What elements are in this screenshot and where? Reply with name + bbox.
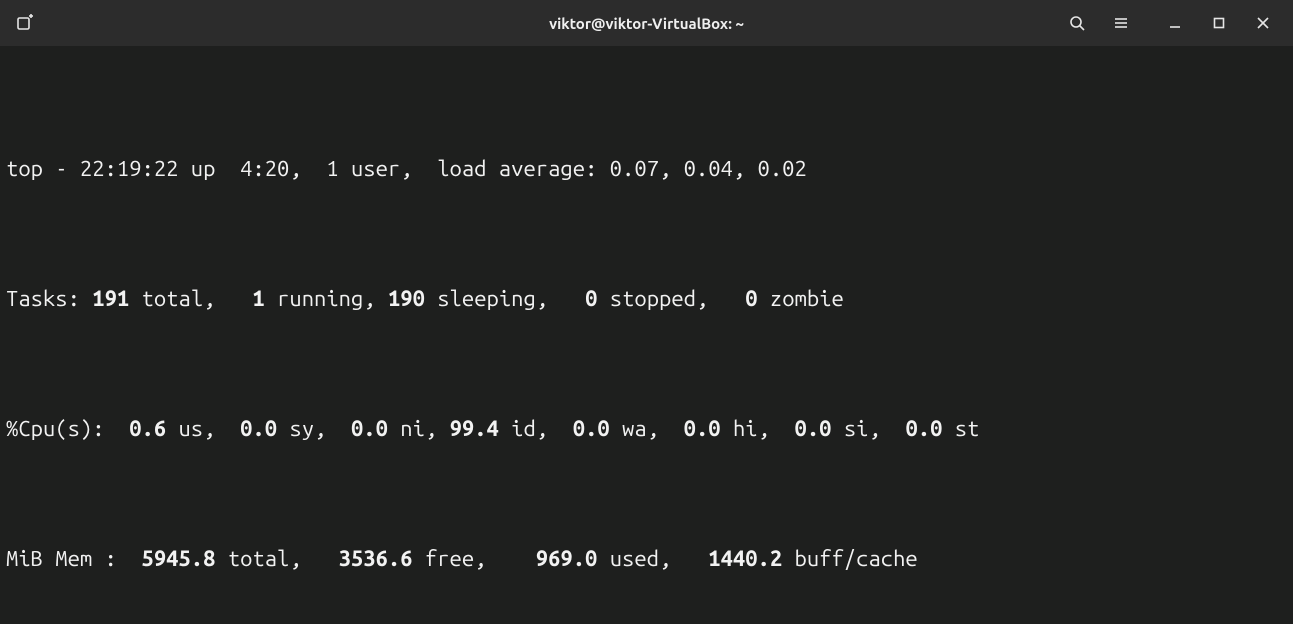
new-tab-button[interactable] (8, 6, 42, 40)
top-summary-mem: MiB Mem : 5945.8 total, 3536.6 free, 969… (6, 546, 1287, 572)
new-tab-icon (16, 14, 34, 32)
window-maximize-button[interactable] (1197, 6, 1241, 40)
terminal-output[interactable]: top - 22:19:22 up 4:20, 1 user, load ave… (0, 46, 1293, 624)
window-close-button[interactable] (1241, 6, 1285, 40)
window-minimize-button[interactable] (1153, 6, 1197, 40)
titlebar-right-group (1055, 0, 1285, 46)
top-summary-cpu: %Cpu(s): 0.6 us, 0.0 sy, 0.0 ni, 99.4 id… (6, 416, 1287, 442)
minimize-icon (1168, 16, 1182, 30)
hamburger-icon (1113, 15, 1129, 31)
search-icon (1069, 15, 1085, 31)
hamburger-menu-button[interactable] (1099, 6, 1143, 40)
top-summary-tasks: Tasks: 191 total, 1 running, 190 sleepin… (6, 286, 1287, 312)
search-button[interactable] (1055, 6, 1099, 40)
close-icon (1256, 16, 1270, 30)
window-titlebar: viktor@viktor-VirtualBox: ~ (0, 0, 1293, 46)
top-summary-uptime: top - 22:19:22 up 4:20, 1 user, load ave… (6, 156, 1287, 182)
maximize-icon (1212, 16, 1226, 30)
